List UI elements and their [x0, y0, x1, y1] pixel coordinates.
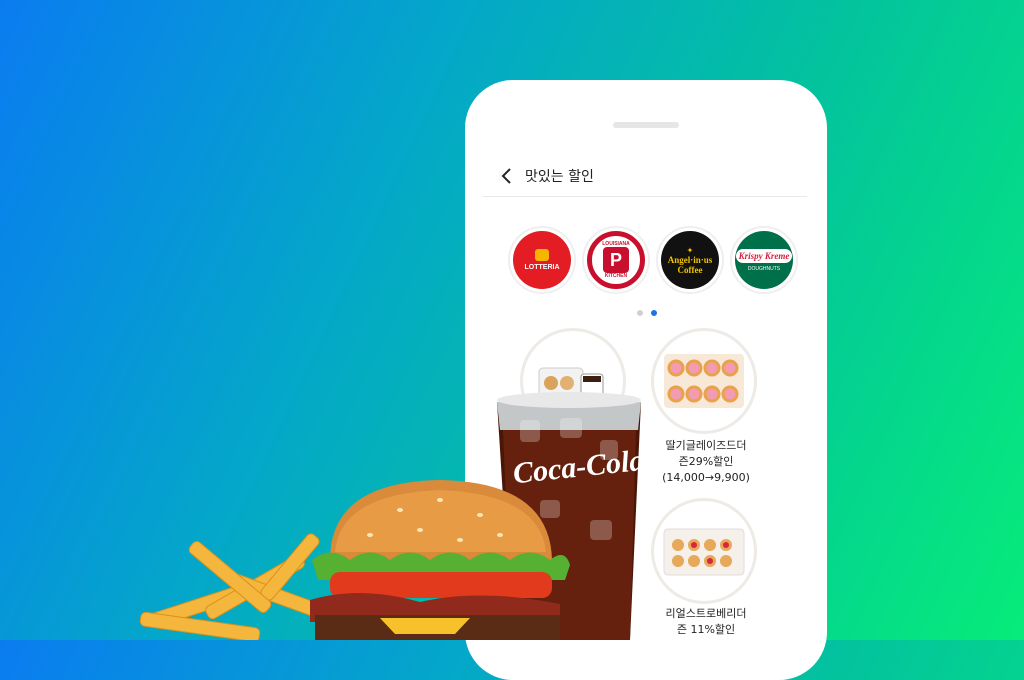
brand-logo-row: LOTTERIA LOUISIANA P KITCHEN ✦ Angel·in·…	[508, 226, 798, 294]
carousel-dot-1[interactable]	[637, 310, 643, 316]
krispy-kreme-sub-label: DOUGHNUTS	[747, 265, 781, 272]
brand-angelinus[interactable]: ✦ Angel·in·us Coffee	[656, 226, 724, 294]
back-arrow-icon[interactable]	[497, 166, 517, 186]
phone-speaker	[613, 122, 679, 128]
angelinus-sub-label: Coffee	[677, 264, 703, 275]
brand-lotteria[interactable]: LOTTERIA	[508, 226, 576, 294]
strawberry-donut-box-image	[664, 354, 744, 408]
product-label-2: 리얼스트로베리더 즌 11%할인	[636, 606, 776, 638]
angelinus-wings-icon: ✦	[686, 245, 694, 255]
krispy-kreme-label: Krispy Kreme	[735, 248, 793, 263]
popeyes-p-icon: P	[603, 247, 629, 273]
product-strawberry-glazed-dozen[interactable]	[651, 328, 757, 434]
fries	[139, 533, 329, 640]
product-label-1: 딸기글레이즈드더 즌29%할인 (14,000→9,900)	[636, 438, 776, 486]
louisiana-bottom-label: KITCHEN	[604, 273, 628, 279]
lotteria-logo-icon	[535, 249, 549, 261]
coffee-donut-image	[538, 367, 604, 399]
lotteria-label: LOTTERIA	[524, 264, 560, 271]
app-header: 맛있는 할인	[483, 156, 807, 197]
brand-krispy-kreme[interactable]: Krispy Kreme DOUGHNUTS	[730, 226, 798, 294]
product-coffee-donut-set[interactable]	[520, 328, 626, 434]
carousel-dot-2[interactable]	[651, 310, 657, 316]
product-2-name: 리얼스트로베리더	[665, 607, 747, 620]
carousel-indicator	[637, 310, 657, 316]
product-2-discount: 즌 11%할인	[676, 623, 736, 636]
product-1-name: 딸기글레이즈드더	[665, 439, 747, 452]
real-strawberry-box-image	[663, 528, 745, 576]
product-real-strawberry[interactable]	[651, 498, 757, 604]
brand-louisiana-kitchen[interactable]: LOUISIANA P KITCHEN	[582, 226, 650, 294]
page-title: 맛있는 할인	[525, 169, 594, 185]
phone-mockup: 맛있는 할인 LOTTERIA LOUISIANA P KITCHEN ✦ An…	[465, 80, 827, 680]
product-1-discount: 즌29%할인	[678, 455, 734, 468]
product-1-price: (14,000→9,900)	[662, 471, 750, 484]
angelinus-label: Angel·in·us	[667, 254, 713, 265]
